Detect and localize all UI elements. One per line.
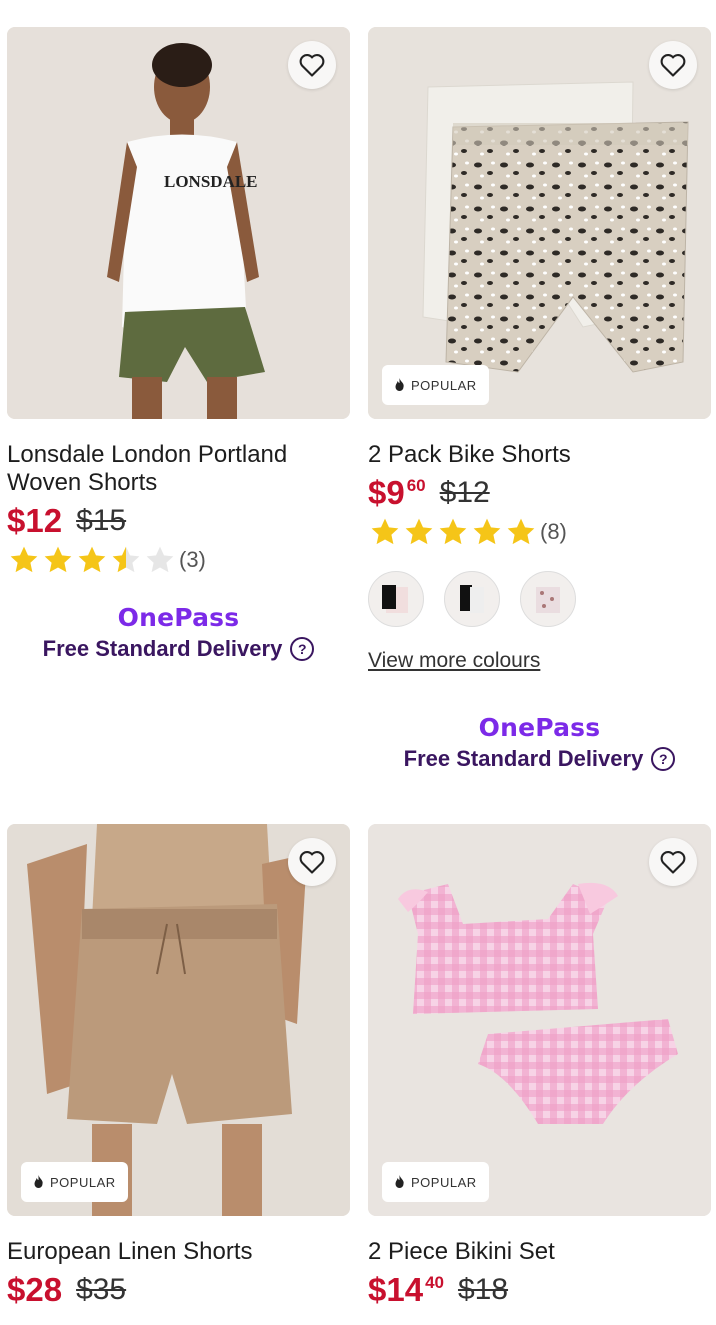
product-image[interactable]: POPULAR xyxy=(368,824,711,1216)
linen-shorts-image xyxy=(7,824,350,1216)
product-title[interactable]: European Linen Shorts xyxy=(7,1238,337,1266)
onepass-logo: OnePass xyxy=(117,603,240,632)
star-full-icon xyxy=(439,518,467,545)
colour-swatches xyxy=(368,571,711,627)
price-row: $12 $15 xyxy=(7,503,350,541)
onepass-block: OnePass Free Standard Delivery ? xyxy=(7,603,350,662)
popular-badge: POPULAR xyxy=(382,1162,489,1202)
wishlist-heart-icon[interactable] xyxy=(288,41,336,89)
flame-icon xyxy=(395,1175,404,1188)
badge-label: POPULAR xyxy=(411,1174,477,1190)
stars xyxy=(7,544,177,576)
price-dollars: $14 xyxy=(368,1271,424,1308)
price-row: $9 60 $12 xyxy=(368,475,711,513)
stars xyxy=(368,516,538,548)
product-title[interactable]: 2 Pack Bike Shorts xyxy=(368,441,698,469)
wishlist-heart-icon[interactable] xyxy=(649,838,697,886)
price-cents: 60 xyxy=(406,476,426,495)
price-cents: 40 xyxy=(425,1273,444,1292)
was-price: $18 xyxy=(457,1273,509,1306)
free-delivery[interactable]: Free Standard Delivery ? xyxy=(7,636,350,662)
wishlist-heart-icon[interactable] xyxy=(649,41,697,89)
star-full-icon xyxy=(78,546,106,573)
star-rating: (8) xyxy=(368,515,711,549)
price-row: $28 $35 xyxy=(7,1272,350,1310)
was-price: $15 xyxy=(76,504,127,537)
was-price: $35 xyxy=(76,1273,127,1306)
sale-price: $14 40 xyxy=(368,1272,444,1308)
star-full-icon xyxy=(44,546,72,573)
product-card[interactable]: LONSDALE Lonsdale London Portland Woven … xyxy=(7,27,350,662)
question-icon[interactable]: ? xyxy=(290,637,315,661)
product-card[interactable]: POPULAR European Linen Shorts $28 $35 xyxy=(7,824,350,1310)
price-dollars: $9 xyxy=(368,474,405,511)
sale-price: $12 xyxy=(7,502,63,539)
star-rating: (3) xyxy=(7,543,350,577)
wishlist-heart-icon[interactable] xyxy=(288,838,336,886)
star-full-icon xyxy=(507,518,535,545)
free-delivery[interactable]: Free Standard Delivery ? xyxy=(368,746,711,772)
star-empty-icon xyxy=(146,546,174,573)
svg-text:LONSDALE: LONSDALE xyxy=(164,172,258,191)
sale-price: $28 xyxy=(7,1271,63,1308)
was-price: $12 xyxy=(439,476,490,509)
product-title[interactable]: Lonsdale London Portland Woven Shorts xyxy=(7,441,337,497)
bike-shorts-image xyxy=(368,27,711,419)
colour-swatch[interactable] xyxy=(520,571,576,627)
badge-label: POPULAR xyxy=(411,377,477,393)
popular-badge: POPULAR xyxy=(21,1162,128,1202)
star-full-icon xyxy=(371,518,399,545)
product-image[interactable]: LONSDALE xyxy=(7,27,350,419)
product-title[interactable]: 2 Piece Bikini Set xyxy=(368,1238,698,1266)
flame-icon xyxy=(34,1175,43,1188)
view-more-colours-link[interactable]: View more colours xyxy=(368,649,711,673)
delivery-text: Free Standard Delivery xyxy=(403,746,644,771)
onepass-logo: OnePass xyxy=(478,713,601,742)
badge-label: POPULAR xyxy=(50,1174,116,1190)
onepass-block: OnePass Free Standard Delivery ? xyxy=(368,713,711,772)
price-row: $14 40 $18 xyxy=(368,1272,711,1310)
popular-badge: POPULAR xyxy=(382,365,489,405)
delivery-text: Free Standard Delivery xyxy=(42,636,283,661)
product-card[interactable]: POPULAR 2 Piece Bikini Set $14 40 $18 xyxy=(368,824,711,1310)
product-card[interactable]: POPULAR 2 Pack Bike Shorts $9 60 $12 (8) … xyxy=(368,27,711,772)
review-count[interactable]: (3) xyxy=(179,547,206,573)
flame-icon xyxy=(395,378,404,391)
question-icon[interactable]: ? xyxy=(651,747,676,771)
colour-swatch[interactable] xyxy=(444,571,500,627)
star-full-icon xyxy=(10,546,38,573)
product-image[interactable]: POPULAR xyxy=(368,27,711,419)
bikini-set-image xyxy=(368,824,711,1216)
lonsdale-model-image: LONSDALE xyxy=(7,27,350,419)
review-count[interactable]: (8) xyxy=(540,519,567,545)
star-full-icon xyxy=(405,518,433,545)
colour-swatch[interactable] xyxy=(368,571,424,627)
product-image[interactable]: POPULAR xyxy=(7,824,350,1216)
star-half-icon xyxy=(112,546,140,573)
sale-price: $9 60 xyxy=(368,475,426,511)
star-full-icon xyxy=(473,518,501,545)
